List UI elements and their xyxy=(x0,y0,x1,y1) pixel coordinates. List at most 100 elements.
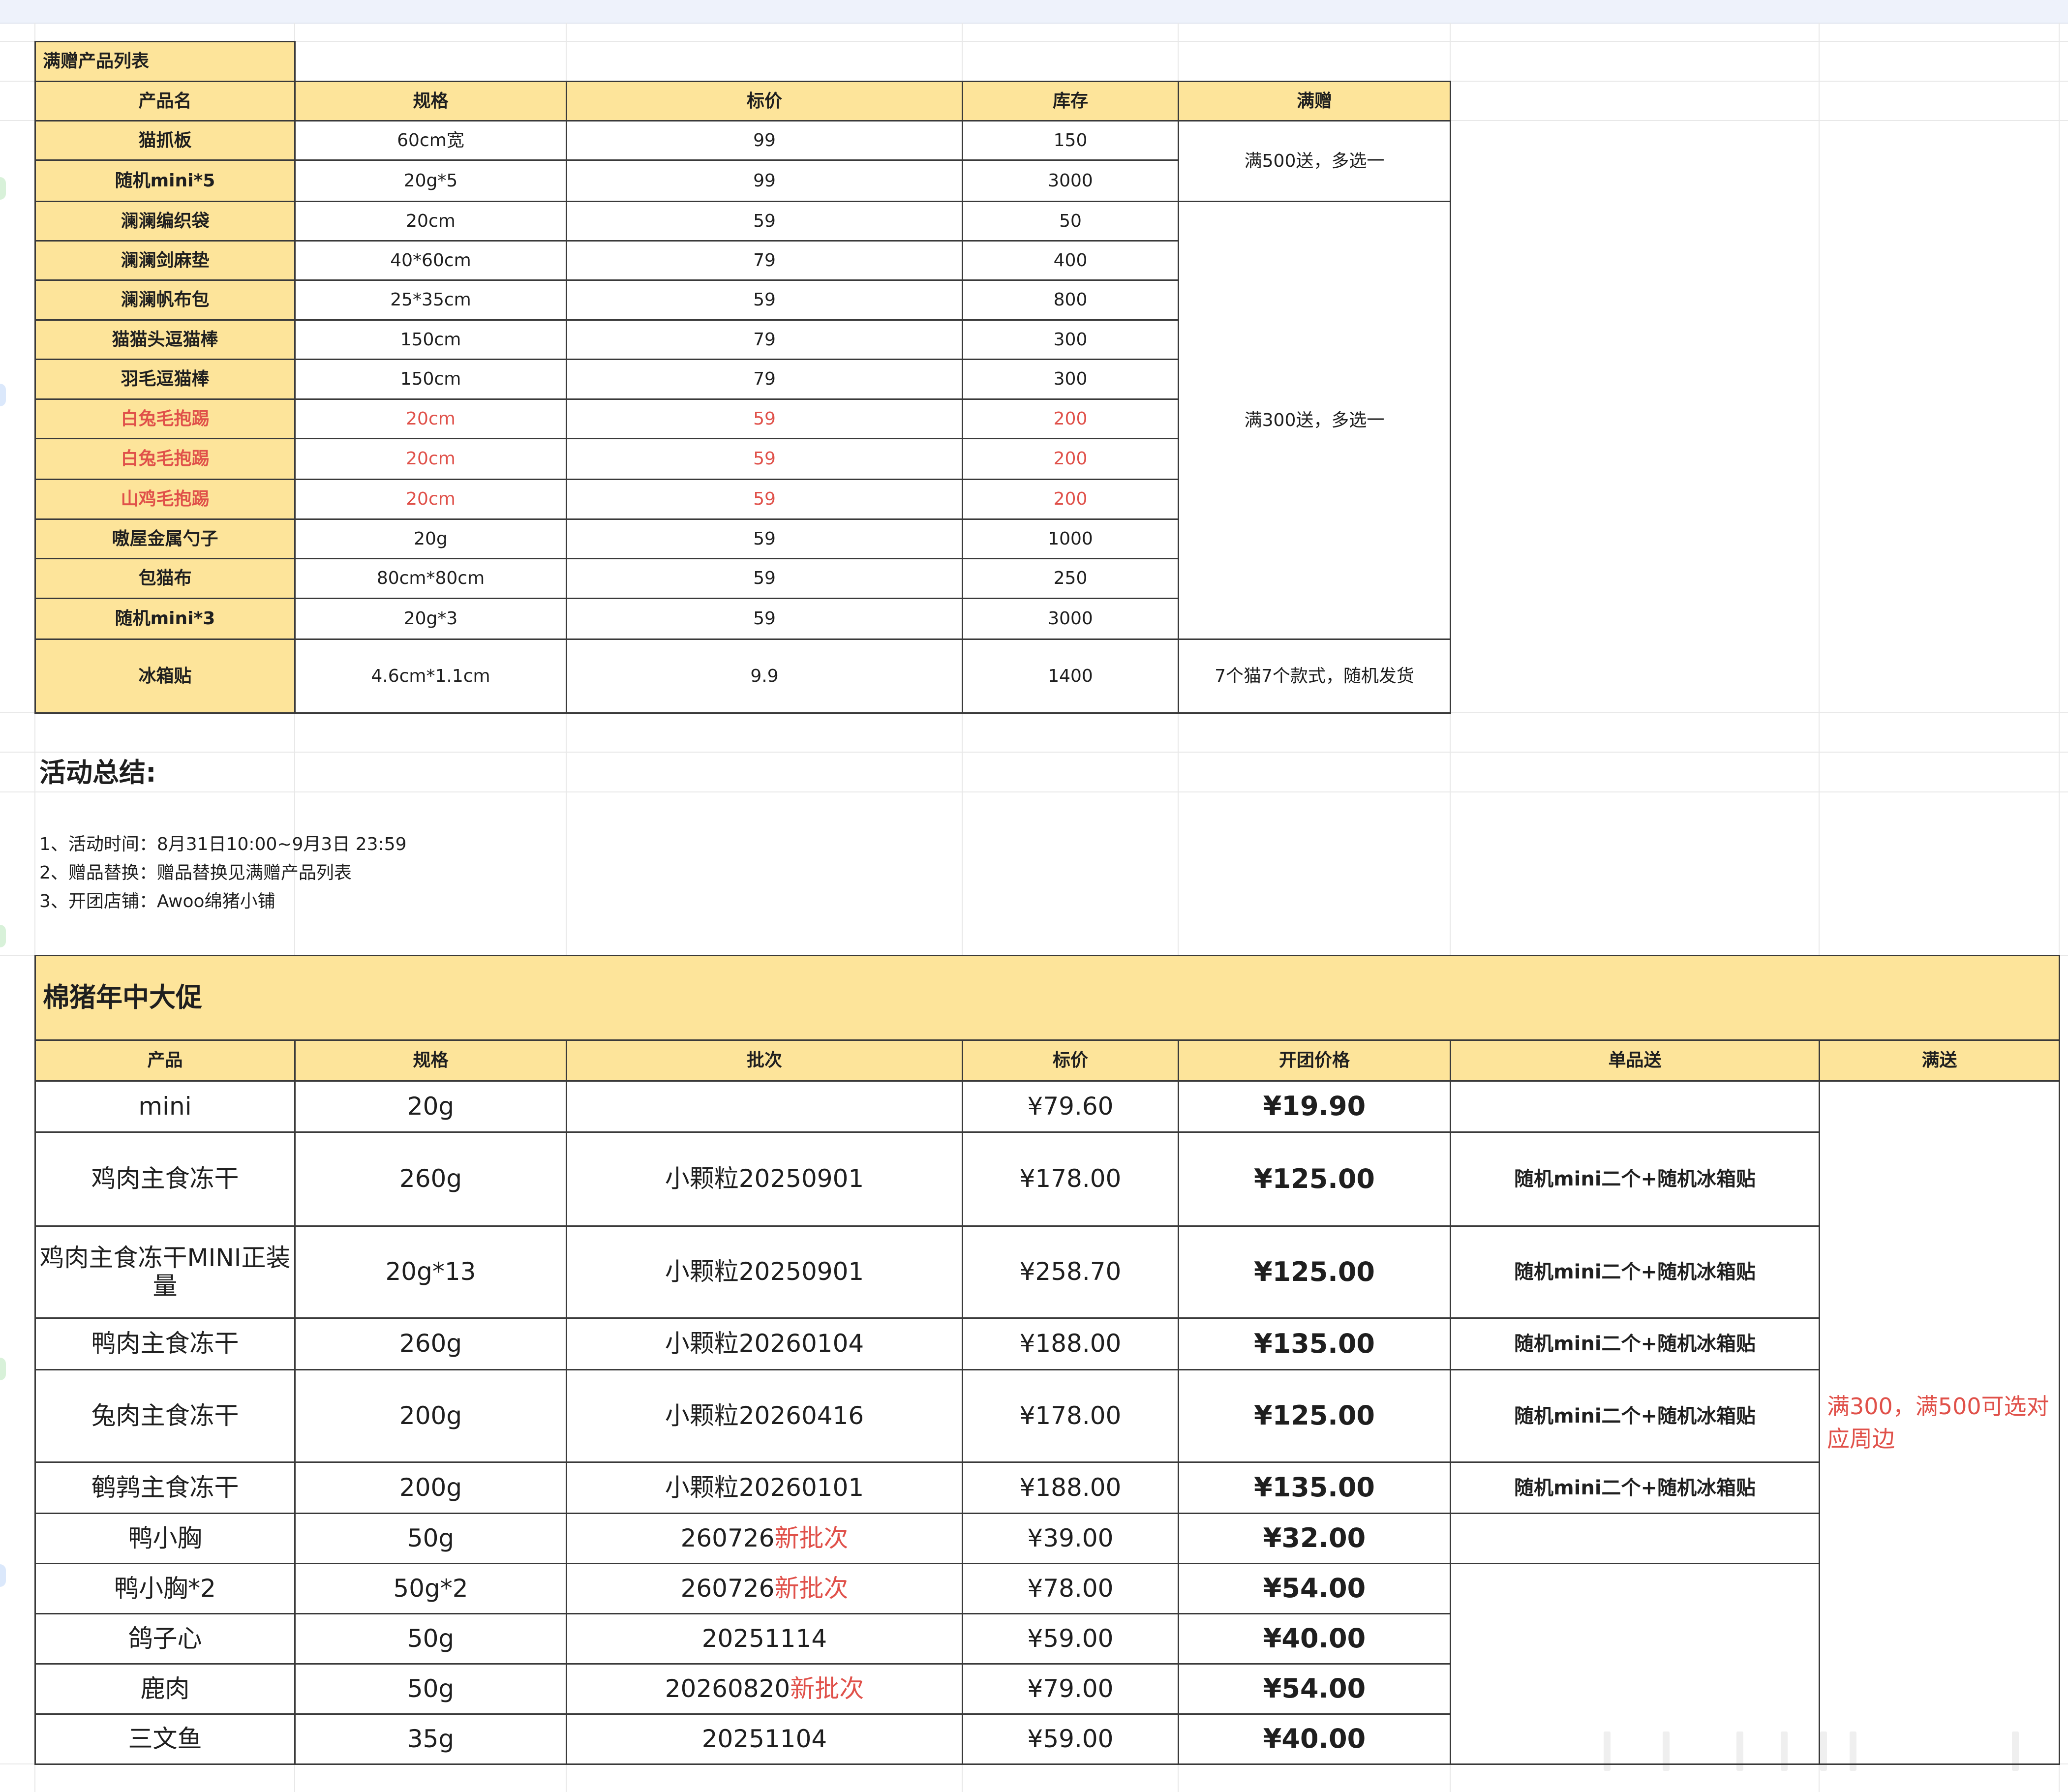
gift-product-name[interactable]: 冰箱贴 xyxy=(34,638,296,714)
promo-product-price[interactable]: ¥178.00 xyxy=(962,1369,1179,1463)
promo-product-batch[interactable]: 20251104 xyxy=(566,1713,963,1765)
gift-product-spec[interactable]: 20g*5 xyxy=(294,159,567,202)
promo-product-spec[interactable]: 260g xyxy=(294,1131,567,1227)
promo-full-gift[interactable]: 满300，满500可选对应周边 xyxy=(1819,1080,2060,1765)
promo-product-price[interactable]: ¥258.70 xyxy=(962,1225,1179,1319)
promo-product-spec[interactable]: 20g xyxy=(294,1080,567,1133)
promo-group-price[interactable]: ¥125.00 xyxy=(1178,1369,1451,1463)
gift-product-spec[interactable]: 4.6cm*1.1cm xyxy=(294,638,567,714)
promo-item-gift[interactable]: 随机mini二个+随机冰箱贴 xyxy=(1450,1131,1820,1227)
promo-product-name[interactable]: mini xyxy=(34,1080,296,1133)
gift-product-name[interactable]: 随机mini*3 xyxy=(34,598,296,640)
gift-product-name[interactable]: 包猫布 xyxy=(34,558,296,599)
promo-product-batch[interactable]: 20251114 xyxy=(566,1613,963,1665)
promo-product-name[interactable]: 三文鱼 xyxy=(34,1713,296,1765)
promo-item-gift[interactable]: 随机mini二个+随机冰箱贴 xyxy=(1450,1369,1820,1463)
promo-product-name[interactable]: 鸽子心 xyxy=(34,1613,296,1665)
promo-group-price[interactable]: ¥125.00 xyxy=(1178,1225,1451,1319)
promo-group-price[interactable]: ¥40.00 xyxy=(1178,1613,1451,1665)
gift-product-name[interactable]: 澜澜帆布包 xyxy=(34,279,296,321)
promo-product-price[interactable]: ¥79.60 xyxy=(962,1080,1179,1133)
gift-product-price[interactable]: 59 xyxy=(566,438,963,480)
promo-item-gift[interactable]: 随机mini二个+随机冰箱贴 xyxy=(1450,1225,1820,1319)
gift-product-stock[interactable]: 50 xyxy=(962,201,1179,242)
promo-product-price[interactable]: ¥59.00 xyxy=(962,1713,1179,1765)
promo-product-spec[interactable]: 200g xyxy=(294,1461,567,1514)
promo-product-batch[interactable]: 20260820 新批次 xyxy=(566,1663,963,1715)
promo-product-batch[interactable]: 260726 新批次 xyxy=(566,1513,963,1564)
gift-product-price[interactable]: 59 xyxy=(566,479,963,520)
gift-product-spec[interactable]: 60cm宽 xyxy=(294,120,567,161)
gift-product-price[interactable]: 99 xyxy=(566,120,963,161)
promo-product-spec[interactable]: 50g xyxy=(294,1663,567,1715)
gift-product-name[interactable]: 猫抓板 xyxy=(34,120,296,161)
promo-group-price[interactable]: ¥135.00 xyxy=(1178,1317,1451,1370)
gift-product-price[interactable]: 59 xyxy=(566,398,963,439)
promo-product-spec[interactable]: 50g xyxy=(294,1513,567,1564)
gift-product-name[interactable]: 白兔毛抱踢 xyxy=(34,438,296,480)
gift-magnet-note[interactable]: 7个猫7个款式，随机发货 xyxy=(1178,638,1451,714)
gift-product-spec[interactable]: 40*60cm xyxy=(294,240,567,281)
gift-product-spec[interactable]: 20g xyxy=(294,518,567,559)
gift-product-stock[interactable]: 250 xyxy=(962,558,1179,599)
promo-product-batch[interactable]: 小颗粒20260101 xyxy=(566,1461,963,1514)
gift-product-name[interactable]: 澜澜剑麻垫 xyxy=(34,240,296,281)
gift-product-name[interactable]: 白兔毛抱踢 xyxy=(34,398,296,439)
promo-product-spec[interactable]: 20g*13 xyxy=(294,1225,567,1319)
promo-group-price[interactable]: ¥54.00 xyxy=(1178,1663,1451,1715)
promo-product-batch[interactable]: 小颗粒20260416 xyxy=(566,1369,963,1463)
gift-product-stock[interactable]: 800 xyxy=(962,279,1179,321)
gift-product-stock[interactable]: 200 xyxy=(962,438,1179,480)
promo-product-name[interactable]: 鸡肉主食冻干MINI正装量 xyxy=(34,1225,296,1319)
gift-product-spec[interactable]: 80cm*80cm xyxy=(294,558,567,599)
gift-product-spec[interactable]: 25*35cm xyxy=(294,279,567,321)
gift-product-price[interactable]: 9.9 xyxy=(566,638,963,714)
gift-product-name[interactable]: 猫猫头逗猫棒 xyxy=(34,319,296,360)
gift-product-spec[interactable]: 20cm xyxy=(294,479,567,520)
gift-product-stock[interactable]: 1400 xyxy=(962,638,1179,714)
promo-product-batch[interactable] xyxy=(566,1080,963,1133)
gift-tier-300[interactable]: 满300送，多选一 xyxy=(1178,201,1451,640)
gift-product-name[interactable]: 山鸡毛抱踢 xyxy=(34,479,296,520)
promo-item-gift[interactable]: 随机mini二个+随机冰箱贴 xyxy=(1450,1461,1820,1514)
gift-product-name[interactable]: 嗷屋金属勺子 xyxy=(34,518,296,559)
promo-product-name[interactable]: 兔肉主食冻干 xyxy=(34,1369,296,1463)
gift-product-price[interactable]: 79 xyxy=(566,240,963,281)
promo-product-name[interactable]: 鹿肉 xyxy=(34,1663,296,1715)
promo-product-batch[interactable]: 小颗粒20260104 xyxy=(566,1317,963,1370)
promo-product-spec[interactable]: 200g xyxy=(294,1369,567,1463)
promo-product-price[interactable]: ¥188.00 xyxy=(962,1461,1179,1514)
promo-product-batch[interactable]: 小颗粒20250901 xyxy=(566,1131,963,1227)
promo-product-price[interactable]: ¥79.00 xyxy=(962,1663,1179,1715)
promo-item-gift[interactable] xyxy=(1450,1080,1820,1133)
promo-product-name[interactable]: 鹌鹑主食冻干 xyxy=(34,1461,296,1514)
gift-product-stock[interactable]: 200 xyxy=(962,479,1179,520)
gift-product-spec[interactable]: 20cm xyxy=(294,201,567,242)
promo-product-spec[interactable]: 50g xyxy=(294,1613,567,1665)
promo-product-spec[interactable]: 260g xyxy=(294,1317,567,1370)
gift-product-stock[interactable]: 300 xyxy=(962,359,1179,400)
gift-product-stock[interactable]: 300 xyxy=(962,319,1179,360)
gift-product-name[interactable]: 澜澜编织袋 xyxy=(34,201,296,242)
promo-group-price[interactable]: ¥19.90 xyxy=(1178,1080,1451,1133)
gift-product-stock[interactable]: 3000 xyxy=(962,159,1179,202)
promo-product-batch[interactable]: 小颗粒20250901 xyxy=(566,1225,963,1319)
gift-product-stock[interactable]: 400 xyxy=(962,240,1179,281)
gift-product-price[interactable]: 99 xyxy=(566,159,963,202)
promo-product-spec[interactable]: 35g xyxy=(294,1713,567,1765)
promo-product-name[interactable]: 鸭小胸*2 xyxy=(34,1563,296,1614)
promo-product-price[interactable]: ¥39.00 xyxy=(962,1513,1179,1564)
gift-product-stock[interactable]: 1000 xyxy=(962,518,1179,559)
promo-item-gift[interactable] xyxy=(1450,1513,1820,1564)
gift-tier-500[interactable]: 满500送，多选一 xyxy=(1178,120,1451,202)
gift-product-price[interactable]: 59 xyxy=(566,558,963,599)
promo-group-price[interactable]: ¥125.00 xyxy=(1178,1131,1451,1227)
promo-item-gift-empty[interactable] xyxy=(1450,1563,1820,1765)
gift-product-stock[interactable]: 3000 xyxy=(962,598,1179,640)
promo-product-name[interactable]: 鸭小胸 xyxy=(34,1513,296,1564)
promo-item-gift[interactable]: 随机mini二个+随机冰箱贴 xyxy=(1450,1317,1820,1370)
gift-product-name[interactable]: 随机mini*5 xyxy=(34,159,296,202)
gift-product-spec[interactable]: 150cm xyxy=(294,319,567,360)
promo-product-price[interactable]: ¥188.00 xyxy=(962,1317,1179,1370)
promo-group-price[interactable]: ¥135.00 xyxy=(1178,1461,1451,1514)
